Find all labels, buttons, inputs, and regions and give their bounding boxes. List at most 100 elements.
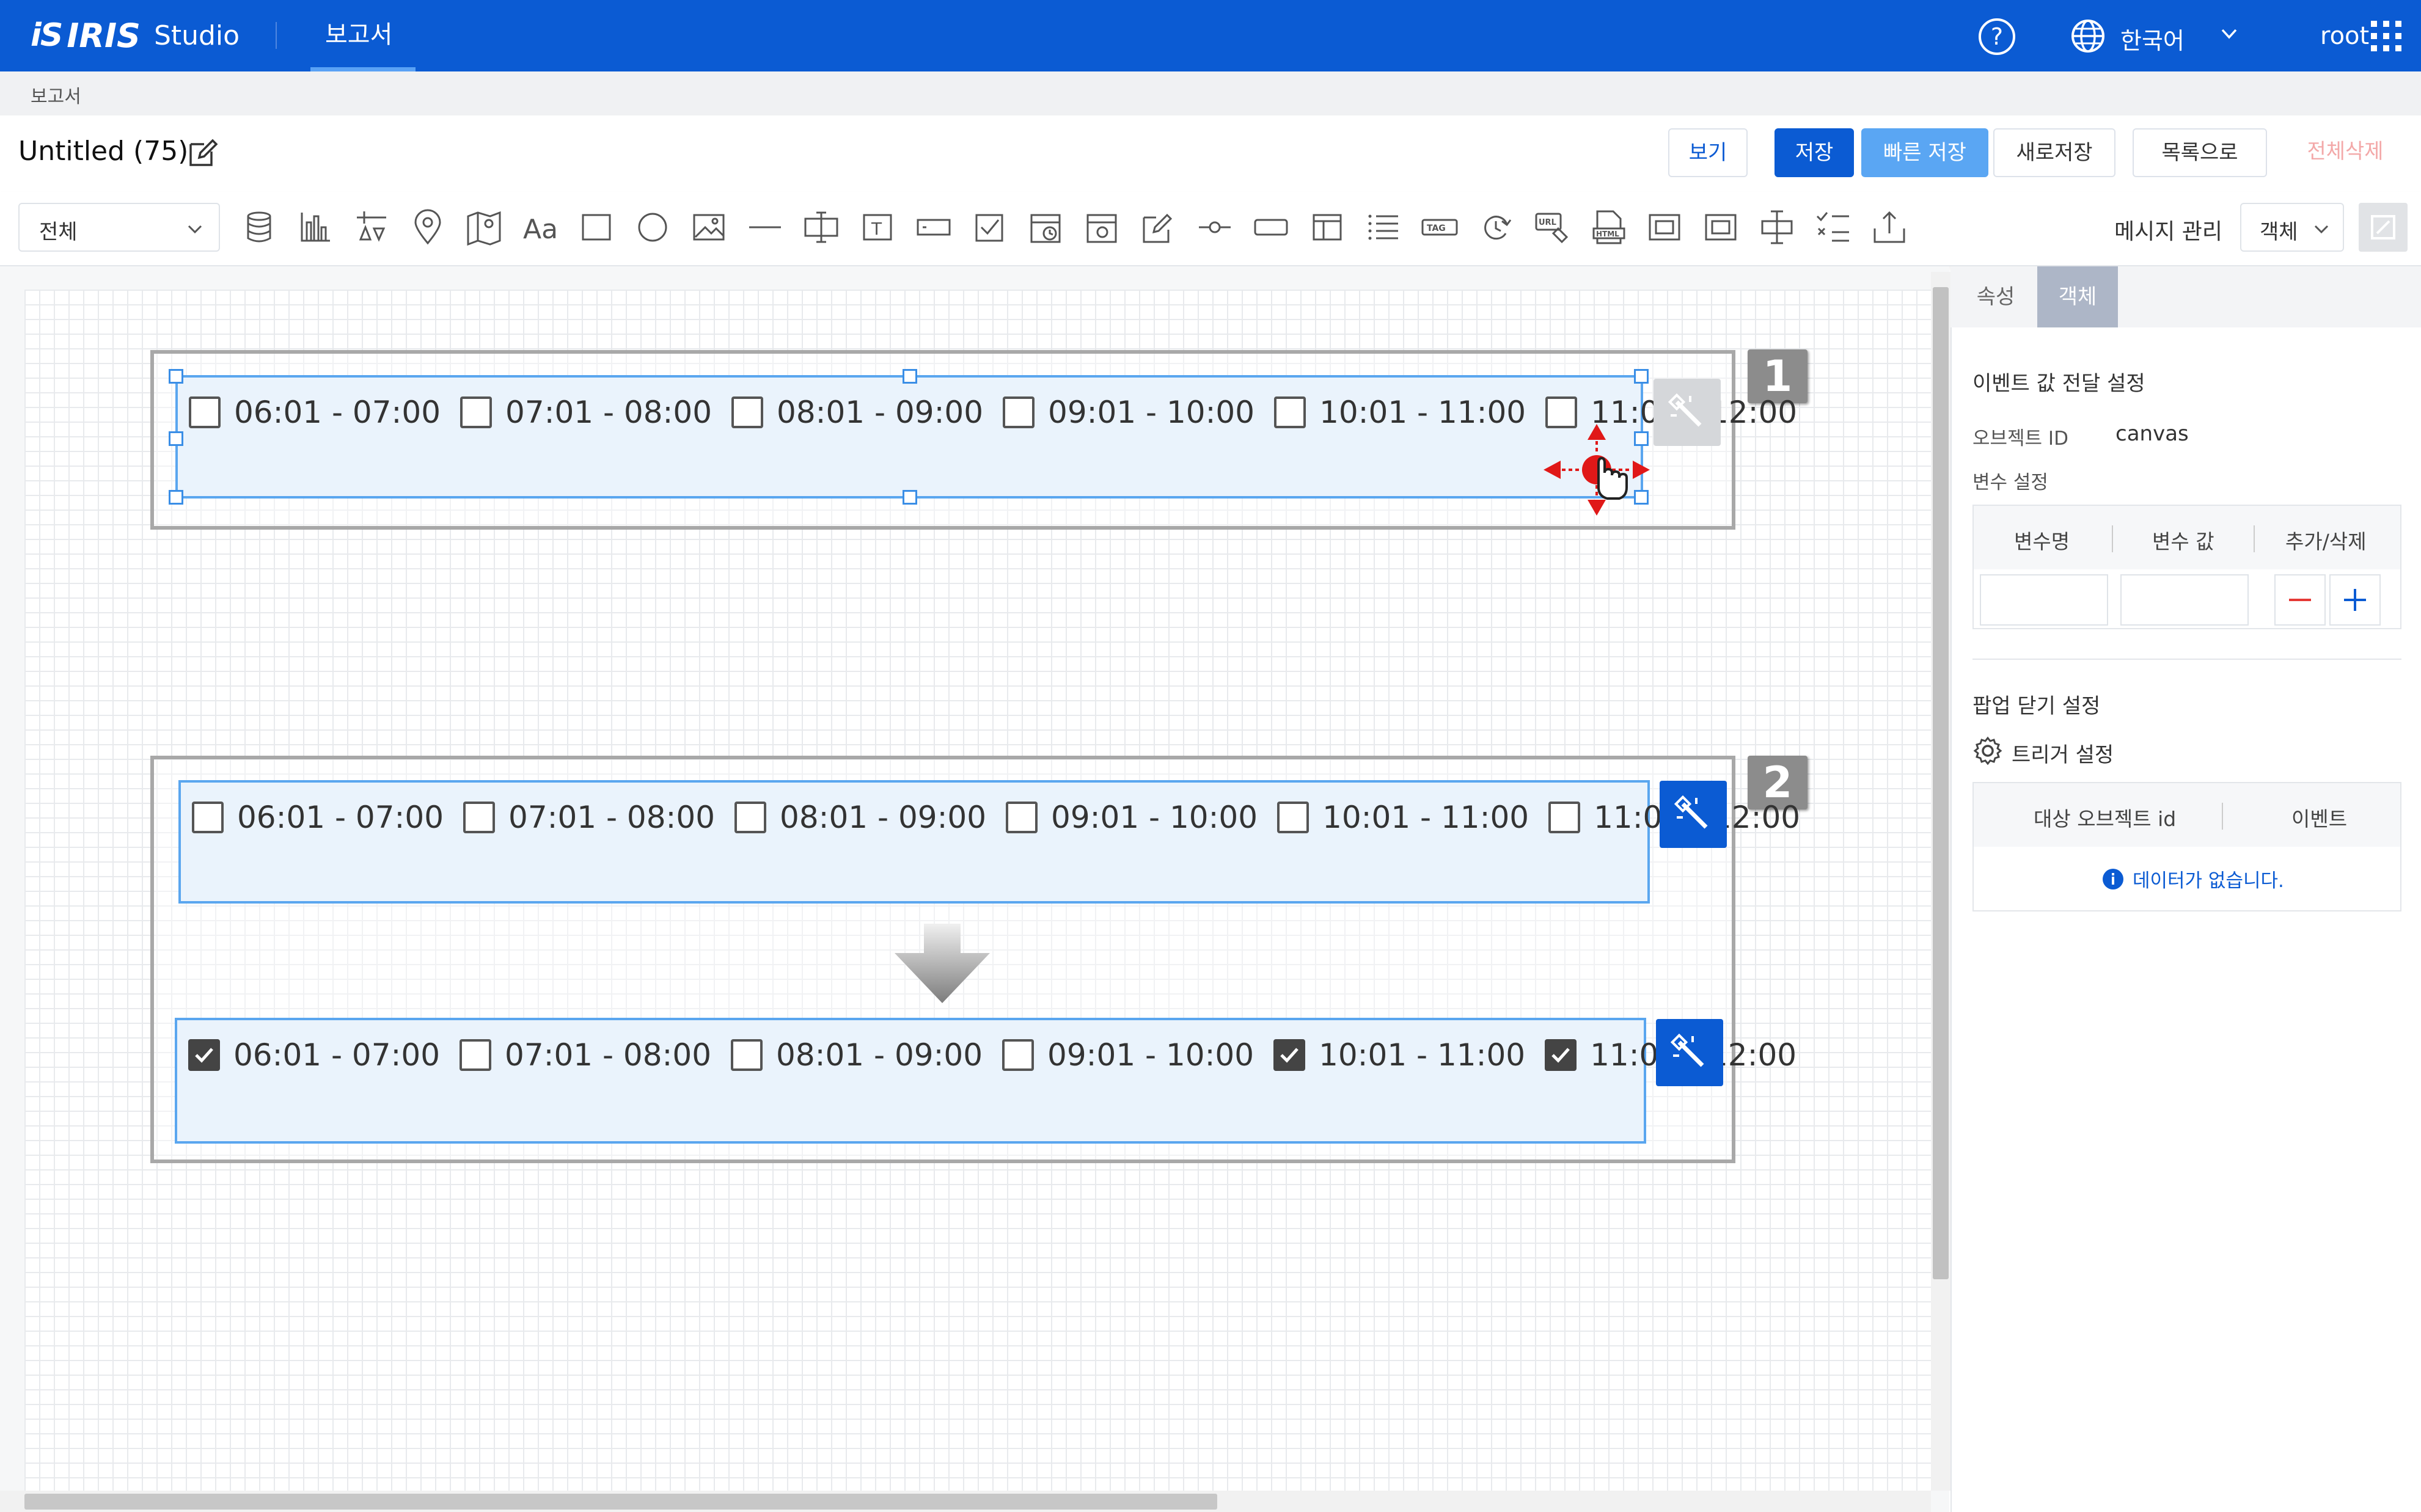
checkbox-unchecked[interactable] [734,802,767,833]
checkbox-item[interactable]: 09:01 - 10:00 [1002,1037,1254,1073]
text-icon[interactable]: Aa [521,208,560,247]
checkbox-item[interactable]: 07:01 - 08:00 [463,800,715,835]
slider-icon[interactable] [1195,208,1234,247]
resize-handle[interactable] [169,431,183,446]
save-as-button[interactable]: 새로저장 [1993,128,2115,177]
variable-name-input[interactable] [1980,574,2108,626]
object-select[interactable]: 객체 [2240,203,2344,252]
checkbox-item[interactable]: 08:01 - 09:00 [731,1037,983,1073]
popup-icon[interactable] [1645,208,1684,247]
text-box-icon[interactable]: T [858,208,897,247]
magic-wand-button[interactable] [1660,781,1727,848]
checklist-icon[interactable] [1814,208,1853,247]
map-pin-icon[interactable] [408,208,447,247]
vertical-scroll-thumb[interactable] [1933,287,1949,1279]
checkbox-group-before[interactable]: 06:01 - 07:00 07:01 - 08:00 08:01 - 09:00 0… [178,780,1800,904]
checkbox-unchecked[interactable] [1003,396,1035,428]
back-to-list-button[interactable]: 목록으로 [2133,128,2267,177]
checkbox-item[interactable]: 08:01 - 09:00 [731,395,983,430]
checkbox-checked[interactable] [1273,1039,1306,1071]
tab-properties[interactable]: 속성 [1953,266,2038,327]
nav-tab-report[interactable]: 보고서 [325,15,392,50]
line-icon[interactable] [745,208,785,247]
bar-chart-icon[interactable] [296,208,335,247]
checkbox-item[interactable]: 10:01 - 11:00 [1273,1037,1525,1073]
checkbox-unchecked[interactable] [1006,802,1038,833]
checkbox-item[interactable]: 08:01 - 09:00 [734,800,986,835]
checkbox-item[interactable]: 10:01 - 11:00 [1277,800,1529,835]
variable-value-input[interactable] [2120,574,2249,626]
message-manage-button[interactable]: 메시지 관리 [2114,214,2222,246]
checkbox-checked[interactable] [1545,1039,1577,1071]
checkbox-unchecked[interactable] [189,396,221,428]
save-button[interactable]: 저장 [1775,128,1854,177]
globe-icon[interactable] [2070,18,2106,54]
checkbox-unchecked[interactable] [731,396,764,428]
checkbox-item[interactable]: 06:01 - 07:00 [188,1037,440,1073]
add-variable-button[interactable] [2329,574,2381,626]
checkbox-unchecked[interactable] [731,1039,763,1071]
apps-grid-icon[interactable] [2371,21,2401,51]
view-button[interactable]: 보기 [1668,128,1748,177]
image-icon[interactable] [689,208,728,247]
checkbox-group-after[interactable]: 06:01 - 07:00 07:01 - 08:00 08:01 - 09:00 0… [175,1018,1797,1144]
checkbox-unchecked[interactable] [1002,1039,1035,1071]
checkbox-item[interactable]: 09:01 - 10:00 [1006,800,1258,835]
date-range-icon[interactable] [1083,208,1122,247]
magic-wand-button[interactable] [1654,379,1721,446]
input-field-icon[interactable] [914,208,953,247]
language-select[interactable]: 한국어 [2120,22,2185,56]
resize-handle[interactable] [169,369,183,384]
checkbox-item[interactable]: 07:01 - 08:00 [460,1037,711,1073]
component-filter-select[interactable]: 전체 [18,203,220,252]
rectangle-icon[interactable] [577,208,616,247]
filter-icon[interactable] [352,208,391,247]
gear-icon[interactable] [1972,736,2003,766]
edit-icon[interactable] [1139,208,1178,247]
help-icon[interactable]: ? [1979,18,2015,55]
checkbox-checked[interactable] [188,1039,220,1071]
button-icon[interactable] [1251,208,1291,247]
database-icon[interactable] [240,208,279,247]
user-name[interactable]: root [2320,22,2369,50]
checkbox-unchecked[interactable] [460,396,493,428]
checkbox-item[interactable]: 06:01 - 07:00 [192,800,444,835]
resize-handle[interactable] [169,490,183,505]
upload-icon[interactable] [1870,208,1909,247]
checkbox-unchecked[interactable] [192,802,224,833]
map-icon[interactable] [464,208,504,247]
breadcrumb[interactable]: 보고서 [31,81,81,108]
remove-variable-button[interactable] [2274,574,2326,626]
delete-all-button[interactable]: 전체삭제 [2284,128,2406,177]
text-input-icon[interactable] [802,208,841,247]
cursor-text-icon[interactable] [1757,208,1797,247]
expand-panel-icon[interactable] [2359,203,2408,252]
resize-handle[interactable] [903,369,917,384]
tag-icon[interactable]: TAG [1420,208,1459,247]
quick-save-button[interactable]: 빠른 저장 [1861,128,1988,177]
checkbox-item[interactable]: 10:01 - 11:00 [1274,395,1526,430]
magic-wand-button[interactable] [1656,1019,1723,1086]
checkbox-group-selected[interactable]: 06:01 - 07:00 07:01 - 08:00 08:01 - 09:00 0… [175,375,1797,499]
html-icon[interactable]: HTML [1589,208,1628,247]
checkbox-unchecked[interactable] [1548,802,1581,833]
edit-title-icon[interactable] [186,136,220,170]
checkbox-icon[interactable] [970,208,1009,247]
checkbox-item[interactable]: 09:01 - 10:00 [1003,395,1254,430]
checkbox-unchecked[interactable] [463,802,496,833]
url-icon[interactable]: URL [1533,208,1572,247]
circle-icon[interactable] [633,208,672,247]
checkbox-unchecked[interactable] [1274,396,1306,428]
iris-studio-logo[interactable]: iS IRIS Studio [31,12,240,59]
resize-handle[interactable] [903,490,917,505]
list-icon[interactable] [1364,208,1403,247]
frame-icon[interactable] [1701,208,1740,247]
chevron-down-icon[interactable] [2220,24,2238,43]
panel-icon[interactable] [1308,208,1347,247]
resize-handle[interactable] [1634,369,1649,384]
tab-object[interactable]: 객체 [2037,266,2118,327]
checkbox-item[interactable]: 07:01 - 08:00 [460,395,712,430]
refresh-icon[interactable] [1476,208,1515,247]
horizontal-scroll-thumb[interactable] [24,1494,1217,1510]
date-picker-icon[interactable] [1027,208,1066,247]
